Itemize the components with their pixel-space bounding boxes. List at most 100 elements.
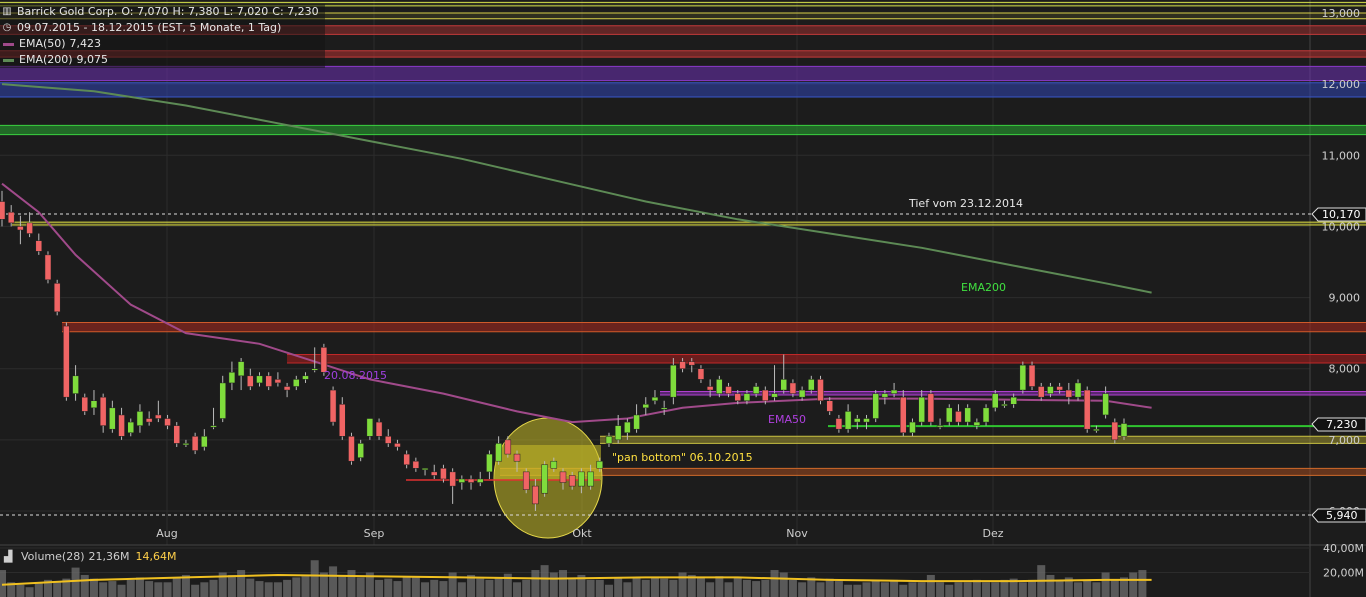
volume-bar (587, 580, 595, 597)
candle-body (845, 411, 851, 429)
candle-body (762, 390, 768, 401)
volume-bar (936, 582, 944, 597)
volume-bar (844, 585, 852, 597)
candle (211, 408, 217, 429)
x-tick-label: Sep (364, 527, 385, 540)
legend-range-row: ◷ 09.07.2015 - 18.12.2015 (EST, 5 Monate… (0, 20, 325, 36)
candle-body (1084, 390, 1090, 429)
candle-body (367, 419, 373, 437)
candle (1011, 394, 1017, 408)
candle (275, 372, 281, 386)
volume-bar (642, 580, 650, 597)
candle-body (54, 283, 60, 311)
volume-bar (679, 573, 687, 597)
candle-body (468, 479, 474, 483)
candle (937, 419, 943, 430)
candle-body (514, 454, 520, 461)
candle-body (63, 326, 69, 397)
candle (1038, 383, 1044, 401)
candle-body (1057, 387, 1063, 391)
volume-bar (191, 585, 199, 597)
candle-body (302, 376, 308, 380)
candle-body (238, 362, 244, 376)
volume-tick-label: 20,00M (1323, 567, 1364, 580)
candle-body (1038, 387, 1044, 398)
ema200-label: EMA(200) (19, 52, 73, 68)
band-fill (600, 436, 1366, 443)
candle (91, 390, 97, 415)
candle-body (17, 226, 23, 230)
candle-body (1011, 397, 1017, 404)
volume-bar (81, 575, 89, 597)
candle-body (615, 426, 621, 440)
candle-body (799, 390, 805, 397)
volume-bar (890, 580, 898, 597)
candle-body (1001, 404, 1007, 406)
candle-body (275, 379, 281, 383)
volume-bar (1129, 573, 1137, 597)
volume-bar (862, 582, 870, 597)
volume-bar (1074, 582, 1082, 597)
annotation-ema200: EMA200 (961, 281, 1006, 294)
candle (1001, 401, 1007, 408)
volume-bar (421, 582, 429, 597)
volume-bar (725, 582, 733, 597)
volume-bar (108, 581, 116, 597)
candle-body (339, 404, 345, 436)
candle (652, 390, 658, 404)
candle-body (1047, 387, 1053, 394)
volume-bar (954, 582, 962, 597)
volume-bar (246, 579, 254, 597)
candle-body (165, 419, 171, 426)
candle (1029, 362, 1035, 390)
volume-bar (292, 577, 300, 597)
candle-body (496, 443, 502, 461)
candle (772, 365, 778, 401)
candle (413, 458, 419, 472)
ema50-value: 7,423 (70, 36, 102, 52)
volume-tick-label: 40,00M (1323, 542, 1364, 555)
candle (983, 404, 989, 425)
legend-ema50-row: EMA(50) 7,423 (0, 36, 325, 52)
volume-bar (265, 582, 273, 597)
volume-label: Volume(28) (21, 550, 85, 563)
candle (955, 404, 961, 425)
candle-body (735, 394, 741, 401)
volume-bar (1092, 582, 1100, 597)
y-tick-label: 8,000 (1329, 363, 1361, 376)
legend-ema200-row: EMA(200) 9,075 (0, 52, 325, 68)
volume-bar (90, 579, 98, 597)
candle (183, 440, 189, 447)
ema50-swatch (3, 43, 14, 46)
candle (137, 404, 143, 432)
volume-bar (881, 582, 889, 597)
volume-bar (835, 581, 843, 597)
volume-bar (26, 587, 34, 597)
candle-body (477, 479, 483, 483)
candle (909, 419, 915, 437)
candle (459, 475, 465, 489)
y-tick-label: 12,000 (1322, 78, 1361, 91)
candle (422, 468, 428, 475)
candle (45, 251, 51, 283)
candle-body (1121, 423, 1127, 436)
volume-bar (1028, 580, 1036, 597)
volume-bar (991, 582, 999, 597)
candle (128, 419, 134, 437)
candle-body (1093, 429, 1099, 431)
volume-bar (596, 580, 604, 597)
svg-text:10,170: 10,170 (1322, 208, 1361, 221)
volume-bar (145, 581, 153, 597)
candle (238, 358, 244, 390)
candlestick-icon: ▥ (0, 4, 14, 20)
volume-bar (384, 579, 392, 597)
candle (1075, 379, 1081, 400)
ema50-label: EMA(50) (19, 36, 66, 52)
volume-bar (1056, 580, 1064, 597)
volume-bar (623, 582, 631, 597)
candle (220, 376, 226, 422)
volume-bar (118, 585, 126, 597)
candle-body (946, 408, 952, 422)
candle-body (882, 394, 888, 398)
candle (367, 419, 373, 440)
